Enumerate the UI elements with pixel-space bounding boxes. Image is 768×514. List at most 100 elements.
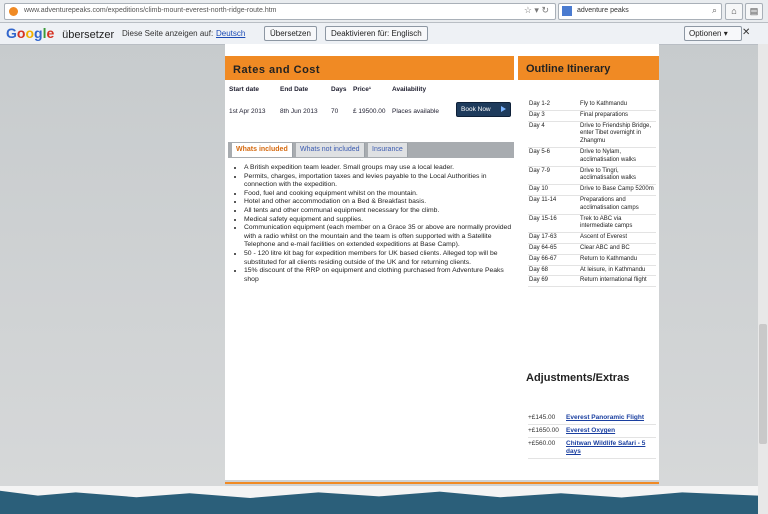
list-item: Hotel and other accommodation on a Bed &… [244,198,519,207]
itinerary-table: Day 1-2 Fly to Kathmandu Day 3 Final prepa… [528,100,656,288]
extra-link[interactable]: Everest Oxygen [566,424,656,438]
col-end-date: End Date [280,86,309,93]
search-engine-icon[interactable] [562,6,572,16]
translate-bar: Google übersetzer Diese Seite anzeigen a… [0,23,768,45]
itinerary-day: Day 11-14 [528,195,579,215]
home-icon: ⌂ [731,6,737,16]
arrow-right-icon [501,106,506,112]
itinerary-desc: Trek to ABC via intermediate camps [579,214,656,234]
itinerary-title: Outline Itinerary [526,63,611,75]
itinerary-day: Day 17-63 [528,232,579,244]
itinerary-desc: Return to Kathmandu [579,254,656,266]
itinerary-day: Day 15-16 [528,214,579,234]
options-button[interactable]: Optionen ▾ [684,26,742,41]
itinerary-day: Day 7-9 [528,166,579,186]
list-item: Medical safety equipment and supplies. [244,216,519,225]
rates-title: Rates and Cost [233,64,321,76]
itinerary-day: Day 10 [528,184,579,196]
table-row: Day 7-9 Drive to Tingri, acclimatisation … [528,166,656,186]
extra-price: +£560.00 [528,437,566,459]
table-row: Day 1-2 Fly to Kathmandu [528,100,656,111]
address-text[interactable]: www.adventurepeaks.com/expeditions/climb… [24,7,277,14]
table-row: Day 64-65 Clear ABC and BC [528,243,656,255]
included-list: A British expedition team leader. Small … [236,164,519,284]
scrollbar-thumb[interactable] [759,324,767,444]
extras-table: +£145.00 Everest Panoramic Flight +£1650.… [528,412,656,459]
translate-label: übersetzer [62,29,115,41]
tab-bar: Whats included Whats not included Insura… [228,142,514,158]
list-item: All tents and other communal equipment n… [244,207,519,216]
background-right [659,44,758,488]
itinerary-day: Day 68 [528,265,579,277]
table-row: Day 5-6 Drive to Nylam, acclimatisation w… [528,147,656,167]
col-availability: Availability [392,86,427,93]
close-icon[interactable]: ✕ [742,27,750,38]
disable-translate-button[interactable]: Deaktivieren für: Englisch [325,26,428,41]
table-row: Day 66-67 Return to Kathmandu [528,254,656,266]
translate-button[interactable]: Übersetzen [264,26,317,41]
vertical-scrollbar[interactable] [758,44,768,514]
list-item: Communication equipment (each member on … [244,224,519,250]
list-item: 50 - 120 litre kit bag for expedition me… [244,250,519,267]
itinerary-day: Day 3 [528,110,579,122]
rate-start: 1st Apr 2013 [229,108,266,115]
bookmark-star-icon[interactable]: ☆ ▾ ↻ [524,5,549,16]
itinerary-day: Day 66-67 [528,254,579,266]
language-select[interactable]: Deutsch [216,29,245,38]
tab-insurance[interactable]: Insurance [368,143,408,157]
google-translate-logo: Google übersetzer [6,25,115,41]
extra-price: +£145.00 [528,412,566,425]
itinerary-day: Day 69 [528,275,579,288]
browser-toolbar: www.adventurepeaks.com/expeditions/climb… [0,0,768,23]
extra-price: +£1650.00 [528,424,566,438]
table-row: Day 10 Drive to Base Camp 5200m [528,184,656,196]
translate-prompt: Diese Seite anzeigen auf: [122,29,214,38]
menu-icon: ▤ [749,6,759,16]
table-row: Day 68 At leisure, in Kathmandu [528,265,656,277]
search-icon[interactable]: ⌕ [712,5,717,16]
itinerary-desc: Final preparations [579,110,656,122]
search-input[interactable]: adventure peaks [577,7,629,14]
rate-availability: Places available [392,108,439,115]
table-row: Day 11-14 Preparations and acclimatisatio… [528,195,656,215]
extras-title: Adjustments/Extras [526,372,630,384]
list-item: A British expedition team leader. Small … [244,164,519,173]
table-row: Day 15-16 Trek to ABC via intermediate ca… [528,214,656,234]
search-box[interactable]: adventure peaks ⌕ [558,3,722,20]
extra-link[interactable]: Chitwan Wildlife Safari - 5 days [566,437,656,459]
extra-link[interactable]: Everest Panoramic Flight [566,412,656,425]
tab-whats-not-included[interactable]: Whats not included [296,143,365,157]
table-row: Day 17-63 Ascent of Everest [528,232,656,244]
table-row: +£1650.00 Everest Oxygen [528,424,656,438]
table-row: Day 69 Return international flight [528,275,656,288]
itinerary-desc: Preparations and acclimatisation camps [579,195,656,215]
menu-button[interactable]: ▤ [745,3,763,20]
rates-header: Rates and Cost [225,56,514,80]
col-price: Price¹ [353,86,372,93]
list-item: Permits, charges, importation taxes and … [244,173,519,190]
rate-days: 70 [331,108,339,115]
col-days: Days [331,86,347,93]
col-start-date: Start date [229,86,259,93]
table-row: Day 3 Final preparations [528,110,656,122]
itinerary-day: Day 5-6 [528,147,579,167]
rate-price: £ 19500.00 [353,108,386,115]
itinerary-header: Outline Itinerary [518,56,659,80]
book-now-label: Book Now [461,106,491,113]
itinerary-day: Day 64-65 [528,243,579,255]
address-bar[interactable]: www.adventurepeaks.com/expeditions/climb… [4,3,556,20]
home-button[interactable]: ⌂ [725,3,743,20]
tab-whats-included[interactable]: Whats included [232,143,293,157]
itinerary-desc: Fly to Kathmandu [579,100,656,111]
list-item: Food, fuel and cooking equipment whilst … [244,190,519,199]
book-now-button[interactable]: Book Now [456,102,511,117]
table-row: +£560.00 Chitwan Wildlife Safari - 5 days [528,437,656,459]
itinerary-desc: Drive to Friendship Bridge, enter Tibet … [579,121,656,148]
itinerary-day: Day 4 [528,121,579,148]
itinerary-desc: Drive to Tingri, acclimatisation walks [579,166,656,186]
itinerary-desc: Ascent of Everest [579,232,656,244]
page-bottom-border [225,478,659,484]
rate-end: 8th Jun 2013 [280,108,318,115]
list-item: 15% discount of the RRP on equipment and… [244,267,519,284]
itinerary-desc: Drive to Nylam, acclimatisation walks [579,147,656,167]
